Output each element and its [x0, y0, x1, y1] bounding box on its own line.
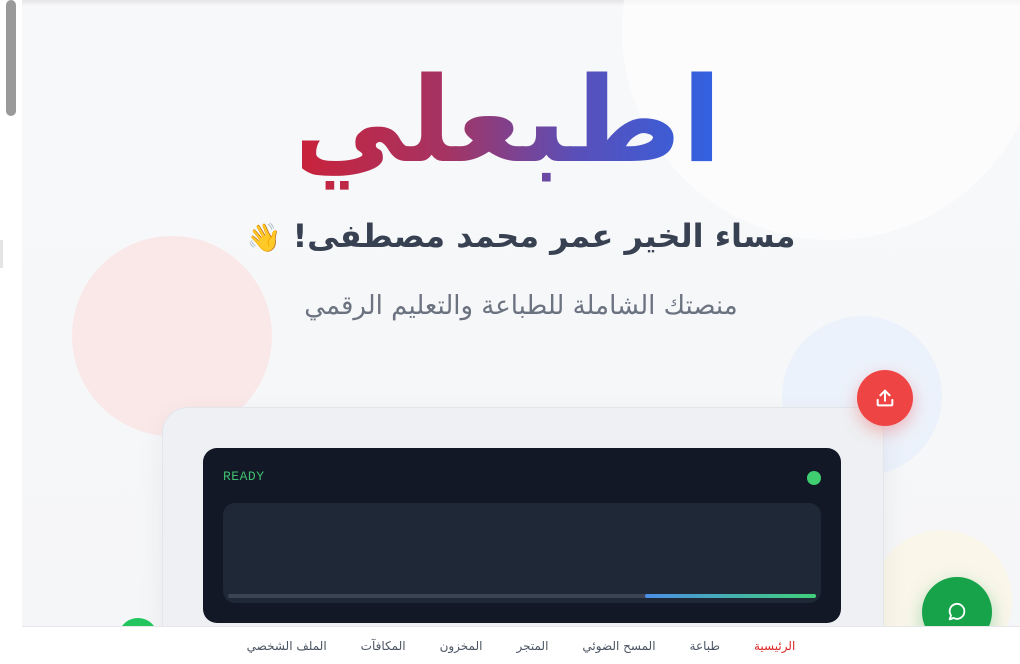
print-progress-track: [228, 594, 816, 598]
nav-item-rewards[interactable]: المكافآت: [344, 627, 423, 664]
greeting-heading: مساء الخير عمر محمد مصطفى! 👋: [22, 212, 1020, 262]
status-led-icon: [807, 471, 821, 485]
side-marker: [0, 240, 3, 268]
nav-item-inventory[interactable]: المخزون: [423, 627, 500, 664]
upload-button[interactable]: [857, 370, 913, 426]
bottom-navigation: الرئيسية طباعة المسح الضوئي المتجر المخز…: [22, 626, 1020, 664]
nav-item-profile[interactable]: الملف الشخصي: [230, 627, 344, 664]
nav-item-store[interactable]: المتجر: [499, 627, 565, 664]
nav-item-scan[interactable]: المسح الضوئي: [565, 627, 672, 664]
tagline: منصتك الشاملة للطباعة والتعليم الرقمي: [304, 291, 738, 321]
printer-display: READY: [203, 448, 841, 623]
nav-item-print[interactable]: طباعة: [673, 627, 737, 664]
main-page: اطبعلي مساء الخير عمر محمد مصطفى! 👋 منصت…: [22, 0, 1020, 664]
nav-item-home[interactable]: الرئيسية: [737, 627, 812, 664]
waving-hand-icon: 👋: [246, 221, 282, 254]
browser-side-strip: [0, 0, 23, 664]
printer-status-text: READY: [223, 469, 265, 484]
printer-illustration: READY: [162, 407, 884, 649]
upload-icon: [876, 389, 894, 407]
brand-logo: اطبعلي: [288, 40, 722, 200]
decor-circle-pink: [72, 236, 272, 436]
greeting-text: مساء الخير عمر محمد مصطفى!: [292, 217, 796, 255]
paper-output-slot: [223, 503, 821, 603]
chat-bubble-icon: [948, 603, 966, 621]
print-progress-fill: [645, 594, 816, 598]
scrollbar-thumb[interactable]: [6, 0, 16, 116]
